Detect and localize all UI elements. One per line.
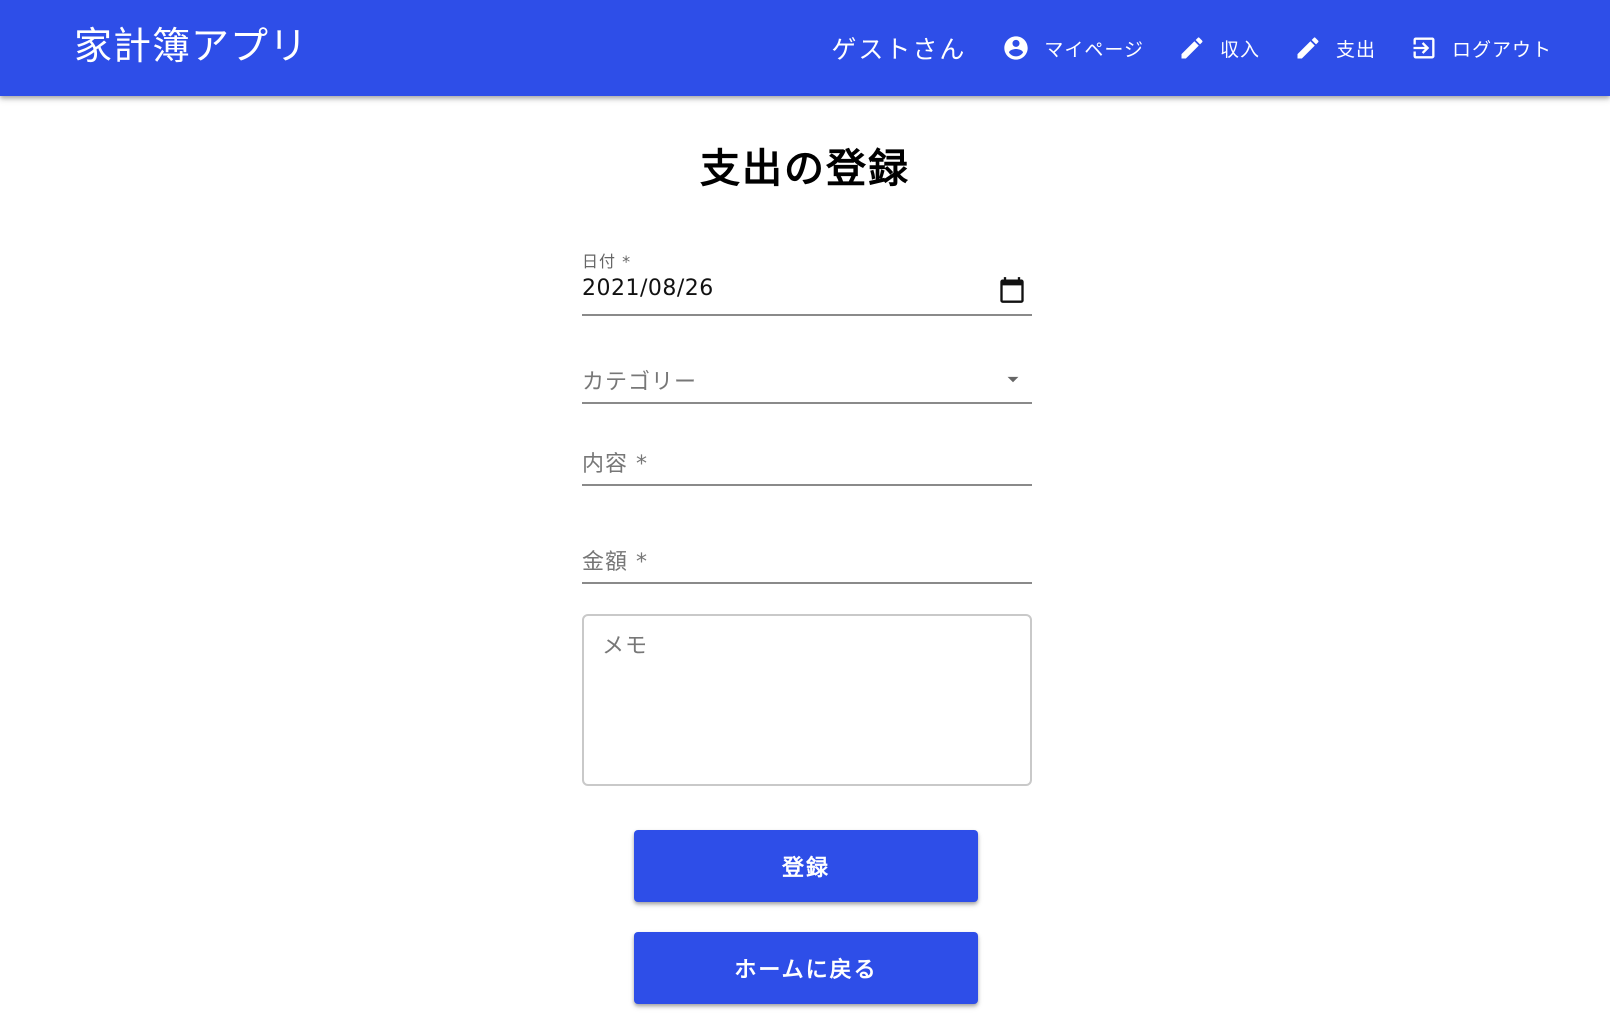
memo-textarea[interactable]: メモ bbox=[582, 614, 1032, 786]
content-placeholder: 内容 * bbox=[582, 452, 648, 477]
nav-logout[interactable]: ログアウト bbox=[1410, 34, 1552, 62]
nav-logout-label: ログアウト bbox=[1451, 38, 1552, 61]
pencil-icon bbox=[1294, 34, 1322, 62]
date-underline bbox=[582, 314, 1032, 316]
top-nav: ゲストさん マイページ 収入 支出 ログアウト bbox=[831, 26, 1552, 70]
nav-expense-label: 支出 bbox=[1335, 38, 1376, 61]
date-field[interactable]: 日付 * 2021/08/26 bbox=[582, 248, 1032, 318]
memo-placeholder: メモ bbox=[602, 634, 649, 659]
nav-income-label: 収入 bbox=[1219, 38, 1260, 61]
nav-mypage-label: マイページ bbox=[1044, 38, 1144, 61]
app-bar: 家計簿アプリ ゲストさん マイページ 収入 支出 ログアウト bbox=[0, 0, 1610, 96]
pencil-icon bbox=[1178, 34, 1206, 62]
category-underline bbox=[582, 402, 1032, 404]
dropdown-arrow-icon bbox=[1000, 366, 1026, 396]
amount-placeholder: 金額 * bbox=[582, 550, 648, 575]
date-label: 日付 * bbox=[582, 252, 632, 271]
app-title[interactable]: 家計簿アプリ bbox=[74, 20, 308, 72]
nav-expense[interactable]: 支出 bbox=[1294, 34, 1376, 62]
calendar-icon[interactable] bbox=[998, 276, 1026, 308]
category-placeholder: カテゴリー bbox=[582, 370, 698, 395]
account-circle-icon bbox=[1002, 34, 1030, 62]
submit-button[interactable]: 登録 bbox=[634, 830, 978, 902]
content-underline bbox=[582, 484, 1032, 486]
back-home-button[interactable]: ホームに戻る bbox=[634, 932, 978, 1004]
date-input[interactable]: 2021/08/26 bbox=[582, 276, 714, 301]
content-field[interactable]: 内容 * bbox=[582, 442, 1032, 488]
amount-field[interactable]: 金額 * bbox=[582, 540, 1032, 586]
category-select[interactable]: カテゴリー bbox=[582, 360, 1032, 406]
page-title: 支出の登録 bbox=[700, 146, 910, 192]
logout-icon bbox=[1410, 34, 1438, 62]
nav-mypage[interactable]: マイページ bbox=[1002, 34, 1144, 62]
nav-income[interactable]: 収入 bbox=[1178, 34, 1260, 62]
user-greeting: ゲストさん bbox=[831, 35, 967, 64]
amount-underline bbox=[582, 582, 1032, 584]
